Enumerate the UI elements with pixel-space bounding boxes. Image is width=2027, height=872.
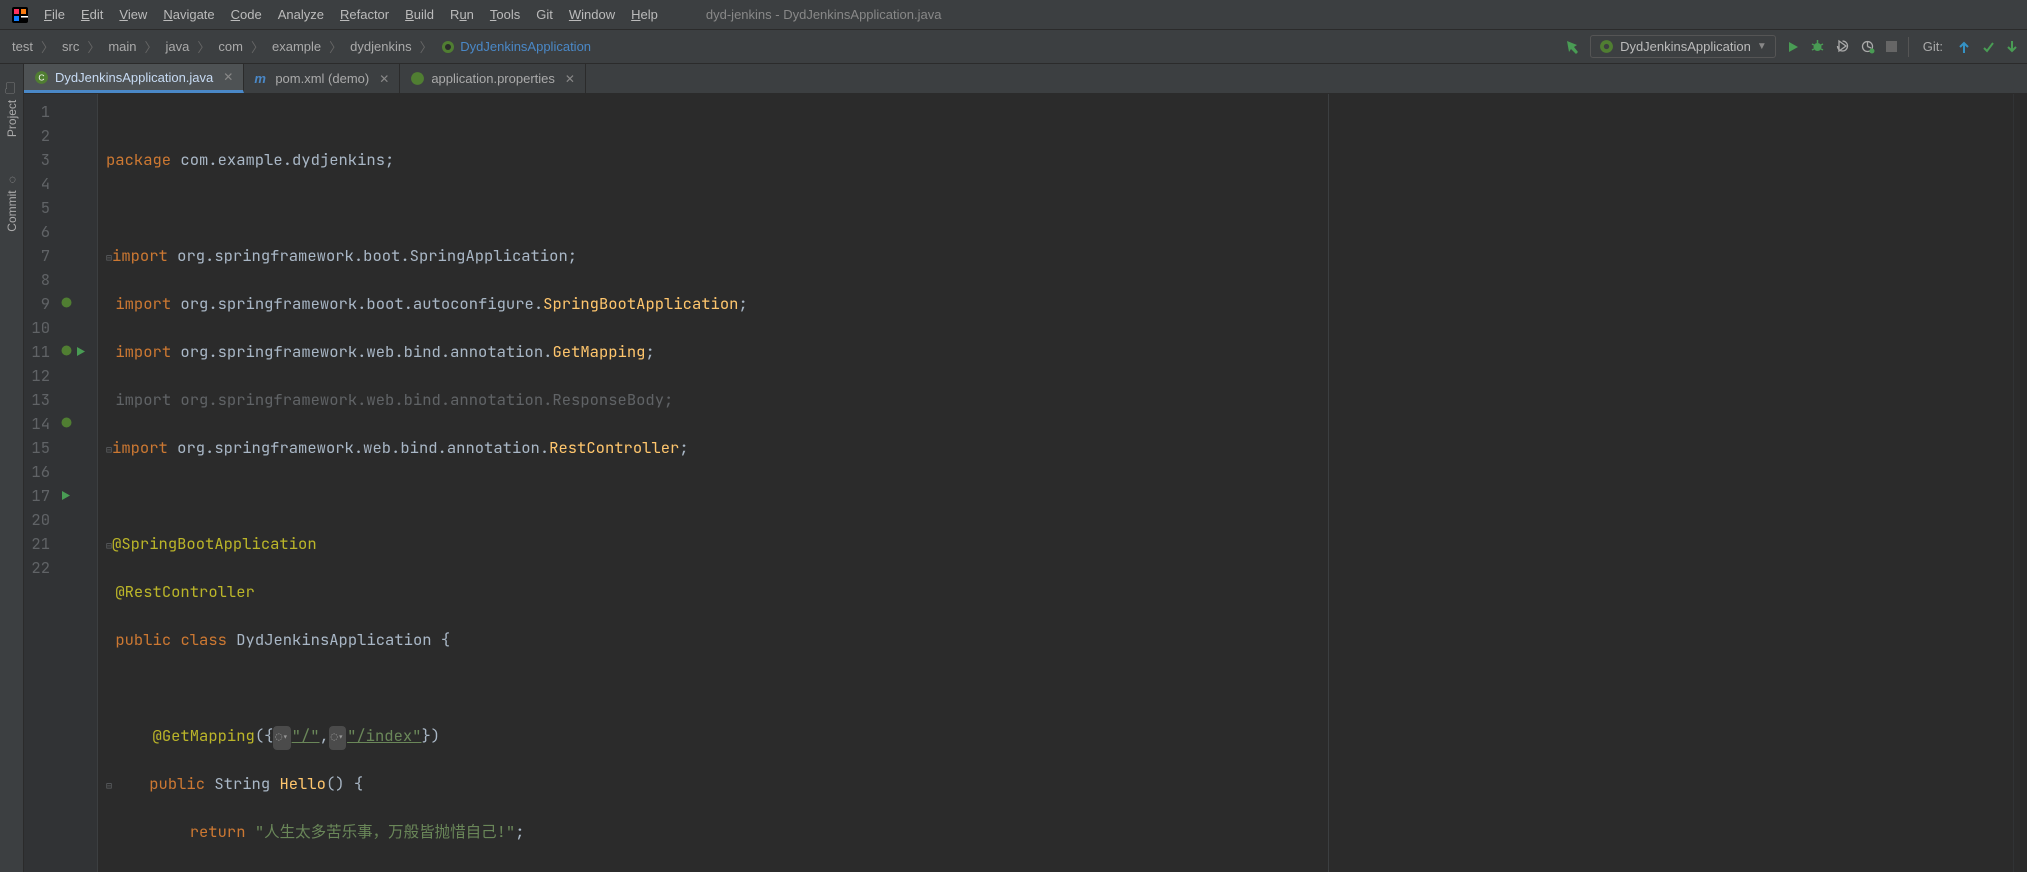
run-gutter-icon[interactable]	[60, 484, 71, 508]
debug-button[interactable]	[1810, 39, 1825, 54]
breadcrumb-item[interactable]: src	[58, 37, 83, 56]
chevron-right-icon: 〉	[41, 37, 54, 56]
close-icon[interactable]: ✕	[379, 72, 389, 86]
tab-label: application.properties	[431, 71, 555, 86]
line-numbers: 1234567891011121314151617202122	[24, 94, 58, 872]
menu-tools[interactable]: Tools	[482, 3, 528, 26]
menu-code[interactable]: Code	[223, 3, 270, 26]
git-commit-button[interactable]	[1981, 40, 1995, 54]
editor-tab[interactable]: m pom.xml (demo) ✕	[244, 64, 400, 93]
menu-file[interactable]: File	[36, 3, 73, 26]
run-gutter-icon[interactable]	[75, 340, 86, 364]
chevron-right-icon: 〉	[197, 37, 210, 56]
run-button[interactable]	[1786, 40, 1800, 54]
breadcrumb-item[interactable]: com	[214, 37, 247, 56]
spring-class-icon	[441, 40, 455, 54]
editor-tabs: C DydJenkinsApplication.java ✕ m pom.xml…	[24, 64, 2027, 94]
url-inlay-icon[interactable]: ◌▾	[273, 726, 290, 750]
menu-help[interactable]: Help	[623, 3, 666, 26]
run-config-label: DydJenkinsApplication	[1620, 39, 1751, 54]
menu-build[interactable]: Build	[397, 3, 442, 26]
code-content[interactable]: package com.example.dydjenkins; ⊟import …	[98, 94, 2013, 872]
menu-window[interactable]: Window	[561, 3, 623, 26]
tool-tab-commit[interactable]: Commit ◌	[3, 165, 21, 240]
menu-edit[interactable]: Edit	[73, 3, 111, 26]
spring-java-icon: C	[34, 70, 49, 85]
svg-text:C: C	[38, 72, 44, 82]
menu-refactor[interactable]: Refactor	[332, 3, 397, 26]
gutter	[58, 94, 98, 872]
close-icon[interactable]: ✕	[223, 70, 233, 84]
window-title: dyd-jenkins - DydJenkinsApplication.java	[706, 7, 942, 22]
tab-label: pom.xml (demo)	[275, 71, 369, 86]
chevron-right-icon: 〉	[251, 37, 264, 56]
breadcrumb-item[interactable]: dydjenkins	[346, 37, 415, 56]
right-margin-guide	[1328, 94, 1329, 872]
url-inlay-icon[interactable]: ◌▾	[329, 726, 346, 750]
breadcrumb-item[interactable]: example	[268, 37, 325, 56]
commit-icon: ◌	[5, 173, 19, 187]
tab-label: DydJenkinsApplication.java	[55, 70, 213, 85]
menu-analyze[interactable]: Analyze	[270, 3, 332, 26]
chevron-right-icon: 〉	[87, 37, 100, 56]
spring-bean-icon[interactable]	[60, 292, 73, 316]
menu-git[interactable]: Git	[528, 3, 561, 26]
stop-button[interactable]	[1885, 40, 1898, 53]
editor-body: 1234567891011121314151617202122 package …	[24, 94, 2027, 872]
close-icon[interactable]: ✕	[565, 72, 575, 86]
menu-view[interactable]: View	[111, 3, 155, 26]
separator	[1908, 37, 1909, 57]
toolbar-right: DydJenkinsApplication ▼ Git:	[1564, 35, 2019, 58]
run-coverage-button[interactable]	[1835, 39, 1850, 54]
spring-bean-icon[interactable]	[60, 412, 73, 436]
navigation-toolbar: test〉 src〉 main〉 java〉 com〉 example〉 dyd…	[0, 30, 2027, 64]
chevron-right-icon: 〉	[145, 37, 158, 56]
maven-icon: m	[254, 71, 269, 86]
editor-scrollbar[interactable]	[2013, 94, 2027, 872]
tool-tab-project[interactable]: Project 🗀	[0, 68, 24, 145]
profile-button[interactable]	[1860, 39, 1875, 54]
breadcrumb-item[interactable]: test	[8, 37, 37, 56]
folder-icon: 🗀	[1, 76, 21, 97]
spring-props-icon	[410, 71, 425, 86]
main-area: Project 🗀 Commit ◌ C DydJenkinsApplicati…	[0, 64, 2027, 872]
git-label: Git:	[1923, 39, 1943, 54]
breadcrumb: test〉 src〉 main〉 java〉 com〉 example〉 dyd…	[8, 37, 1564, 57]
git-update-button[interactable]	[1957, 40, 1971, 54]
fold-icon[interactable]: ⊟	[106, 779, 112, 792]
intellij-logo-icon	[12, 7, 28, 23]
menubar: File Edit View Navigate Code Analyze Ref…	[0, 0, 2027, 30]
git-push-button[interactable]	[2005, 40, 2019, 54]
chevron-down-icon: ▼	[1757, 41, 1767, 52]
menu-navigate[interactable]: Navigate	[155, 3, 222, 26]
chevron-right-icon: 〉	[329, 37, 342, 56]
left-tool-stripe: Project 🗀 Commit ◌	[0, 64, 24, 872]
run-config-selector[interactable]: DydJenkinsApplication ▼	[1590, 35, 1776, 58]
breadcrumb-item-current[interactable]: DydJenkinsApplication	[437, 37, 595, 57]
editor-tab[interactable]: C DydJenkinsApplication.java ✕	[24, 64, 244, 93]
menu-run[interactable]: Run	[442, 3, 482, 26]
build-button[interactable]	[1564, 39, 1580, 55]
editor-pane: C DydJenkinsApplication.java ✕ m pom.xml…	[24, 64, 2027, 872]
spring-boot-icon	[1599, 39, 1614, 54]
breadcrumb-item[interactable]: main	[104, 37, 140, 56]
breadcrumb-item[interactable]: java	[162, 37, 194, 56]
spring-bean-icon[interactable]	[60, 340, 73, 364]
chevron-right-icon: 〉	[420, 37, 433, 56]
editor-tab[interactable]: application.properties ✕	[400, 64, 586, 93]
